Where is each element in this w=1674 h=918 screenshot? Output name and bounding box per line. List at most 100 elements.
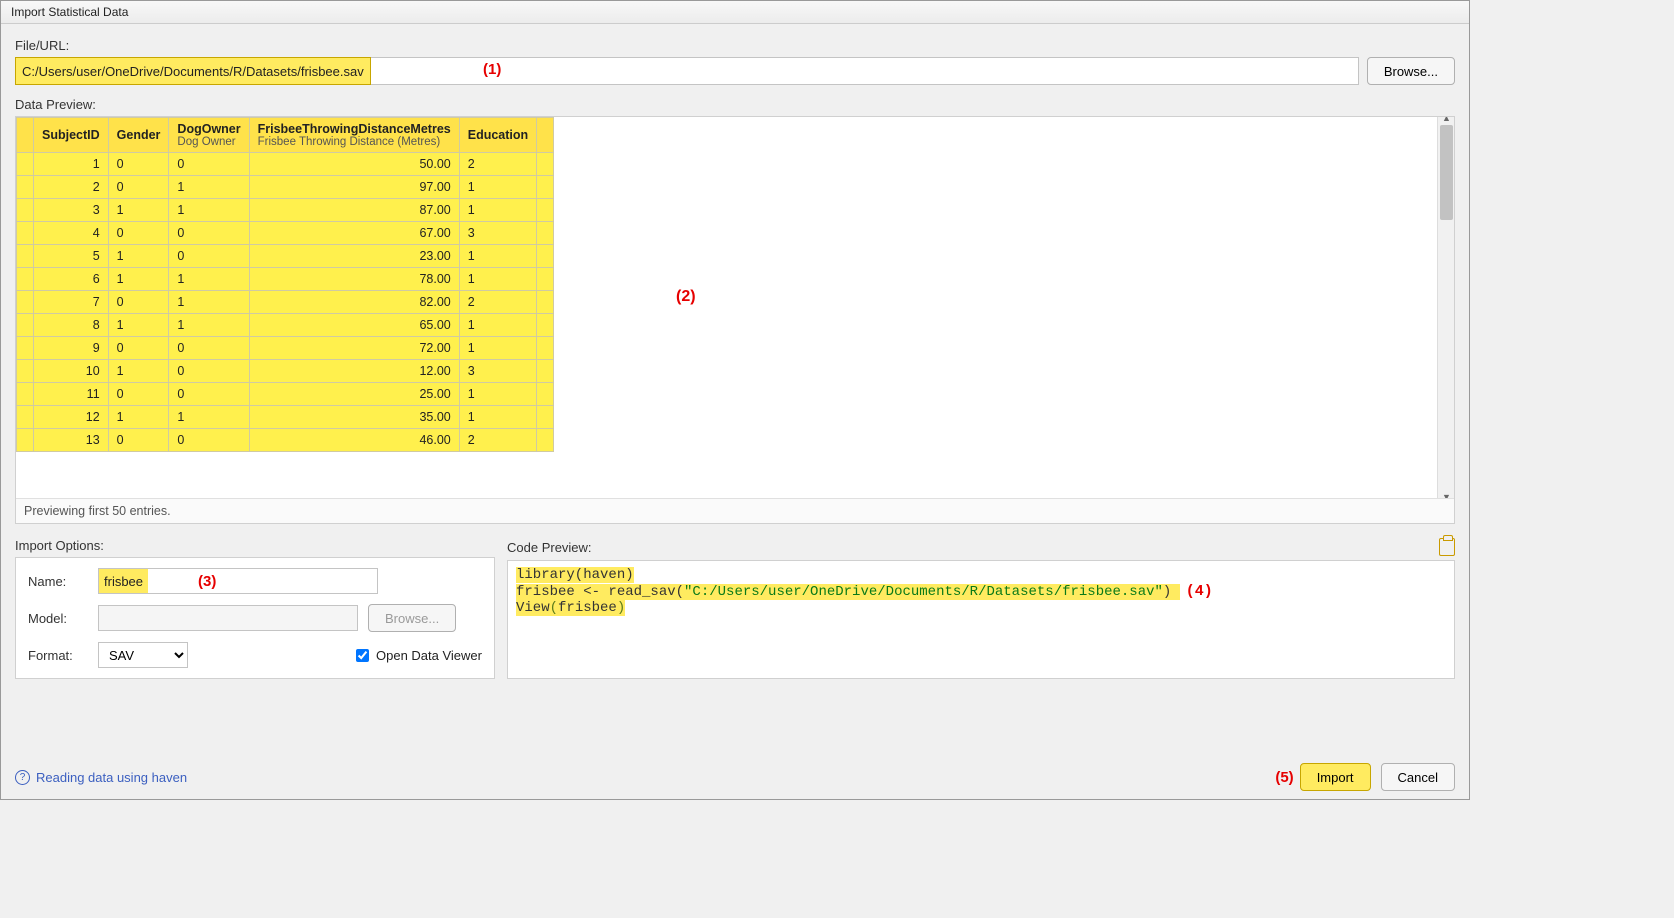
model-input[interactable] [98,605,358,631]
cell-subjectid: 4 [34,222,109,245]
cell-education: 2 [459,291,536,314]
format-label: Format: [28,648,88,663]
data-preview-table-wrap: SubjectID Gender DogOwnerDog Owner Frisb… [16,117,554,498]
cell-rownum [17,360,34,383]
browse-button[interactable]: Browse... [1367,57,1455,85]
cell-frisbee: 25.00 [249,383,459,406]
table-row: 61178.001 [17,268,554,291]
model-browse-button[interactable]: Browse... [368,604,456,632]
cell-subjectid: 6 [34,268,109,291]
cell-dogowner: 0 [169,153,249,176]
clipboard-icon[interactable] [1439,538,1455,556]
annotation-2: (2) [676,288,696,306]
col-dogowner[interactable]: DogOwnerDog Owner [169,118,249,153]
name-label: Name: [28,574,88,589]
table-row: 90072.001 [17,337,554,360]
cell-dogowner: 1 [169,406,249,429]
cell-gender: 0 [108,222,169,245]
import-button[interactable]: Import [1300,763,1371,791]
code-line-2b: "C:/Users/user/OneDrive/Documents/R/Data… [684,584,1163,600]
cell-dogowner: 0 [169,222,249,245]
cell-subjectid: 11 [34,383,109,406]
table-row: 10050.002 [17,153,554,176]
name-highlight: frisbee [99,569,148,593]
table-row: 70182.002 [17,291,554,314]
table-row: 101012.003 [17,360,554,383]
cell-subjectid: 2 [34,176,109,199]
cell-education: 1 [459,176,536,199]
open-data-viewer-checkbox[interactable]: Open Data Viewer [352,646,482,665]
cell-rownum [17,314,34,337]
col-education[interactable]: Education [459,118,536,153]
col-frisbee[interactable]: FrisbeeThrowingDistanceMetresFrisbee Thr… [249,118,459,153]
cell-gender: 0 [108,291,169,314]
cell-gender: 1 [108,245,169,268]
import-dialog: Import Statistical Data File/URL: C:/Use… [0,0,1470,800]
cell-gender: 0 [108,153,169,176]
table-header-row: SubjectID Gender DogOwnerDog Owner Frisb… [17,118,554,153]
cell-frisbee: 35.00 [249,406,459,429]
cell-dogowner: 1 [169,268,249,291]
scroll-up-arrow[interactable]: ▲ [1438,117,1454,125]
table-row: 51023.001 [17,245,554,268]
cell-frisbee: 78.00 [249,268,459,291]
table-row: 81165.001 [17,314,554,337]
cell-frisbee: 72.00 [249,337,459,360]
format-select[interactable]: SAV [98,642,188,668]
cell-rightcap [537,268,554,291]
cell-subjectid: 1 [34,153,109,176]
table-row: 31187.001 [17,199,554,222]
table-row: 121135.001 [17,406,554,429]
cell-education: 1 [459,337,536,360]
cell-frisbee: 82.00 [249,291,459,314]
cell-rownum [17,222,34,245]
cell-education: 3 [459,222,536,245]
code-preview-box[interactable]: library(haven) frisbee <- read_sav("C:/U… [507,560,1455,679]
open-data-viewer-input[interactable] [356,649,369,662]
header-rightcap [537,118,554,153]
code-line-1: library(haven) [516,567,634,583]
dialog-content: File/URL: C:/Users/user/OneDrive/Documen… [1,24,1469,757]
scroll-thumb[interactable] [1440,125,1453,220]
code-lines: library(haven) frisbee <- read_sav("C:/U… [516,567,1446,616]
scroll-down-arrow[interactable]: ▼ [1438,490,1454,498]
cell-gender: 0 [108,337,169,360]
cell-dogowner: 0 [169,429,249,452]
table-row: 110025.001 [17,383,554,406]
cell-rightcap [537,314,554,337]
cell-dogowner: 1 [169,291,249,314]
help-link[interactable]: ? Reading data using haven [15,770,187,785]
col-subjectid[interactable]: SubjectID [34,118,109,153]
table-row: 40067.003 [17,222,554,245]
cell-education: 1 [459,406,536,429]
code-line-2a: frisbee <- read_sav( [516,584,684,600]
data-preview-table: SubjectID Gender DogOwnerDog Owner Frisb… [16,117,554,452]
cell-education: 3 [459,360,536,383]
cell-education: 2 [459,429,536,452]
cell-rightcap [537,429,554,452]
model-label: Model: [28,611,88,626]
cell-frisbee: 97.00 [249,176,459,199]
cell-dogowner: 1 [169,314,249,337]
open-data-viewer-label: Open Data Viewer [376,648,482,663]
cell-education: 2 [459,153,536,176]
fileurl-input[interactable] [15,57,1359,85]
cancel-button[interactable]: Cancel [1381,763,1455,791]
cell-rownum [17,199,34,222]
window-title: Import Statistical Data [1,1,1469,24]
cell-subjectid: 9 [34,337,109,360]
cell-subjectid: 13 [34,429,109,452]
vertical-scrollbar[interactable]: ▲ ▼ [1437,117,1454,498]
cell-frisbee: 46.00 [249,429,459,452]
code-line-2c: ) [1163,584,1171,600]
cell-subjectid: 8 [34,314,109,337]
annotation-4: (4) [1186,583,1213,600]
code-preview-title: Code Preview: [507,540,592,555]
cell-rownum [17,268,34,291]
cell-rownum [17,291,34,314]
cell-rightcap [537,153,554,176]
data-preview-panel: SubjectID Gender DogOwnerDog Owner Frisb… [15,116,1455,524]
cell-subjectid: 7 [34,291,109,314]
cell-rightcap [537,176,554,199]
col-gender[interactable]: Gender [108,118,169,153]
